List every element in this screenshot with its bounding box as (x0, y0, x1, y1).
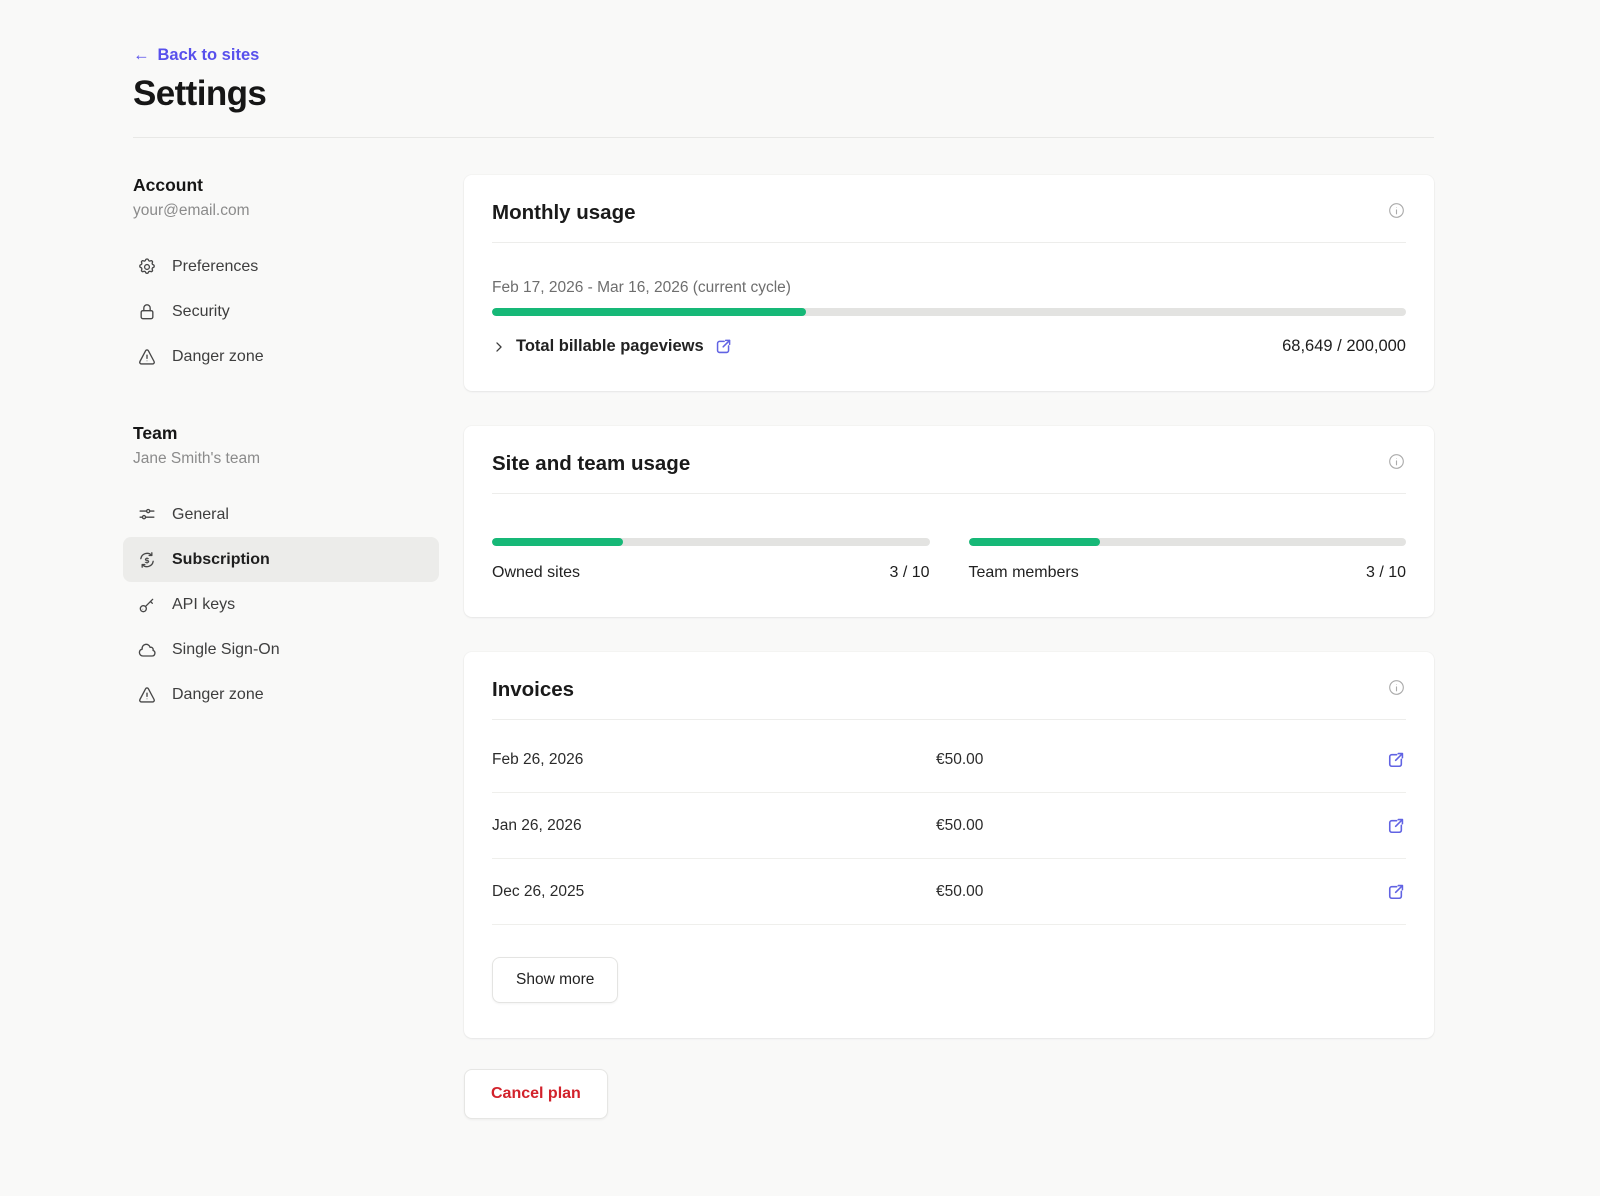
card-divider (492, 493, 1406, 494)
invoice-date: Dec 26, 2025 (492, 883, 936, 901)
external-link-icon[interactable] (714, 337, 733, 356)
account-heading: Account (133, 175, 439, 196)
site-team-usage-card: Site and team usage Owned sites 3 / 10 (464, 426, 1434, 617)
show-more-button[interactable]: Show more (492, 957, 618, 1003)
invoice-date: Jan 26, 2026 (492, 817, 936, 835)
invoice-download-link[interactable] (1386, 882, 1406, 902)
external-link-icon (1386, 882, 1406, 902)
sidebar-item-label: API keys (172, 596, 235, 614)
external-link-icon (1386, 750, 1406, 770)
sidebar-item-subscription[interactable]: Subscription (123, 537, 439, 582)
invoice-row: Feb 26, 2026 €50.00 (492, 727, 1406, 793)
pageviews-label: Total billable pageviews (516, 337, 704, 356)
sidebar-item-preferences[interactable]: Preferences (123, 244, 439, 289)
pageviews-value: 68,649 / 200,000 (1282, 337, 1406, 356)
sidebar-item-label: Danger zone (172, 348, 264, 366)
account-section: Account your@email.com Preferences Secur… (133, 175, 439, 379)
owned-sites-progress-fill (492, 538, 623, 546)
invoices-card: Invoices Feb 26, 2026 €50.00 (464, 652, 1434, 1038)
sidebar-item-label: Preferences (172, 258, 258, 276)
info-icon (1387, 678, 1406, 697)
site-team-usage-title: Site and team usage (492, 452, 690, 476)
sidebar-item-label: Subscription (172, 551, 270, 569)
pageviews-progress-fill (492, 308, 806, 316)
invoice-download-link[interactable] (1386, 750, 1406, 770)
owned-sites-progress-track (492, 538, 930, 546)
invoice-amount: €50.00 (936, 751, 1380, 769)
team-members-value: 3 / 10 (1366, 564, 1406, 582)
team-section: Team Jane Smith's team General Subscript… (133, 423, 439, 717)
key-icon (137, 595, 157, 615)
dollar-cycle-icon (137, 550, 157, 570)
invoice-amount: €50.00 (936, 883, 1380, 901)
total-billable-pageviews-toggle[interactable]: Total billable pageviews (492, 337, 733, 356)
back-arrow-icon: ← (133, 46, 150, 65)
invoice-date: Feb 26, 2026 (492, 751, 936, 769)
pageviews-progress-track (492, 308, 1406, 316)
sidebar-item-general[interactable]: General (123, 492, 439, 537)
page-title: Settings (133, 74, 1434, 114)
owned-sites-label: Owned sites (492, 564, 580, 582)
back-link-label: Back to sites (158, 46, 260, 65)
sidebar-item-label: General (172, 506, 229, 524)
lock-icon (137, 302, 157, 322)
monthly-usage-card: Monthly usage Feb 17, 2026 - Mar 16, 202… (464, 175, 1434, 391)
cancel-plan-button[interactable]: Cancel plan (464, 1069, 608, 1119)
back-to-sites-link[interactable]: ← Back to sites (133, 46, 259, 65)
account-nav: Preferences Security Danger zone (123, 244, 439, 379)
pageviews-usage-row: Total billable pageviews 68,649 / 200,00… (492, 337, 1406, 356)
chevron-right-icon (492, 340, 506, 354)
invoice-download-link[interactable] (1386, 816, 1406, 836)
monthly-usage-info-button[interactable] (1387, 201, 1406, 220)
team-heading: Team (133, 423, 439, 444)
team-members-progress-track (969, 538, 1407, 546)
monthly-usage-title: Monthly usage (492, 201, 636, 225)
team-members-meter: Team members 3 / 10 (969, 527, 1407, 582)
info-icon (1387, 201, 1406, 220)
cloud-icon (137, 640, 157, 660)
sidebar-item-account-danger-zone[interactable]: Danger zone (123, 334, 439, 379)
settings-page: ← Back to sites Settings Account your@em… (0, 0, 1600, 1159)
settings-sidebar: Account your@email.com Preferences Secur… (133, 175, 439, 717)
sidebar-item-label: Security (172, 303, 230, 321)
info-icon (1387, 452, 1406, 471)
sidebar-item-label: Danger zone (172, 686, 264, 704)
team-members-label: Team members (969, 564, 1079, 582)
gear-icon (137, 257, 157, 277)
invoices-info-button[interactable] (1387, 678, 1406, 697)
invoice-row: Jan 26, 2026 €50.00 (492, 793, 1406, 859)
sidebar-item-security[interactable]: Security (123, 289, 439, 334)
sidebar-item-team-danger-zone[interactable]: Danger zone (123, 672, 439, 717)
billing-cycle-label: Feb 17, 2026 - Mar 16, 2026 (current cyc… (492, 279, 1406, 297)
warning-icon (137, 685, 157, 705)
header-divider (133, 137, 1434, 138)
invoice-row: Dec 26, 2025 €50.00 (492, 859, 1406, 925)
card-divider (492, 719, 1406, 720)
owned-sites-meter: Owned sites 3 / 10 (492, 527, 930, 582)
subscription-panel: Monthly usage Feb 17, 2026 - Mar 16, 202… (464, 175, 1434, 1119)
site-team-usage-info-button[interactable] (1387, 452, 1406, 471)
owned-sites-value: 3 / 10 (889, 564, 929, 582)
team-nav: General Subscription API keys Single Sig… (123, 492, 439, 717)
card-divider (492, 242, 1406, 243)
sidebar-item-label: Single Sign-On (172, 641, 280, 659)
sliders-icon (137, 505, 157, 525)
warning-icon (137, 347, 157, 367)
team-members-progress-fill (969, 538, 1100, 546)
team-name: Jane Smith's team (133, 450, 439, 468)
invoice-amount: €50.00 (936, 817, 1380, 835)
sidebar-item-single-sign-on[interactable]: Single Sign-On (123, 627, 439, 672)
invoices-title: Invoices (492, 678, 574, 702)
sidebar-item-api-keys[interactable]: API keys (123, 582, 439, 627)
external-link-icon (1386, 816, 1406, 836)
account-email: your@email.com (133, 202, 439, 220)
invoice-list: Feb 26, 2026 €50.00 Jan 26, 2026 €50.00 (492, 727, 1406, 925)
